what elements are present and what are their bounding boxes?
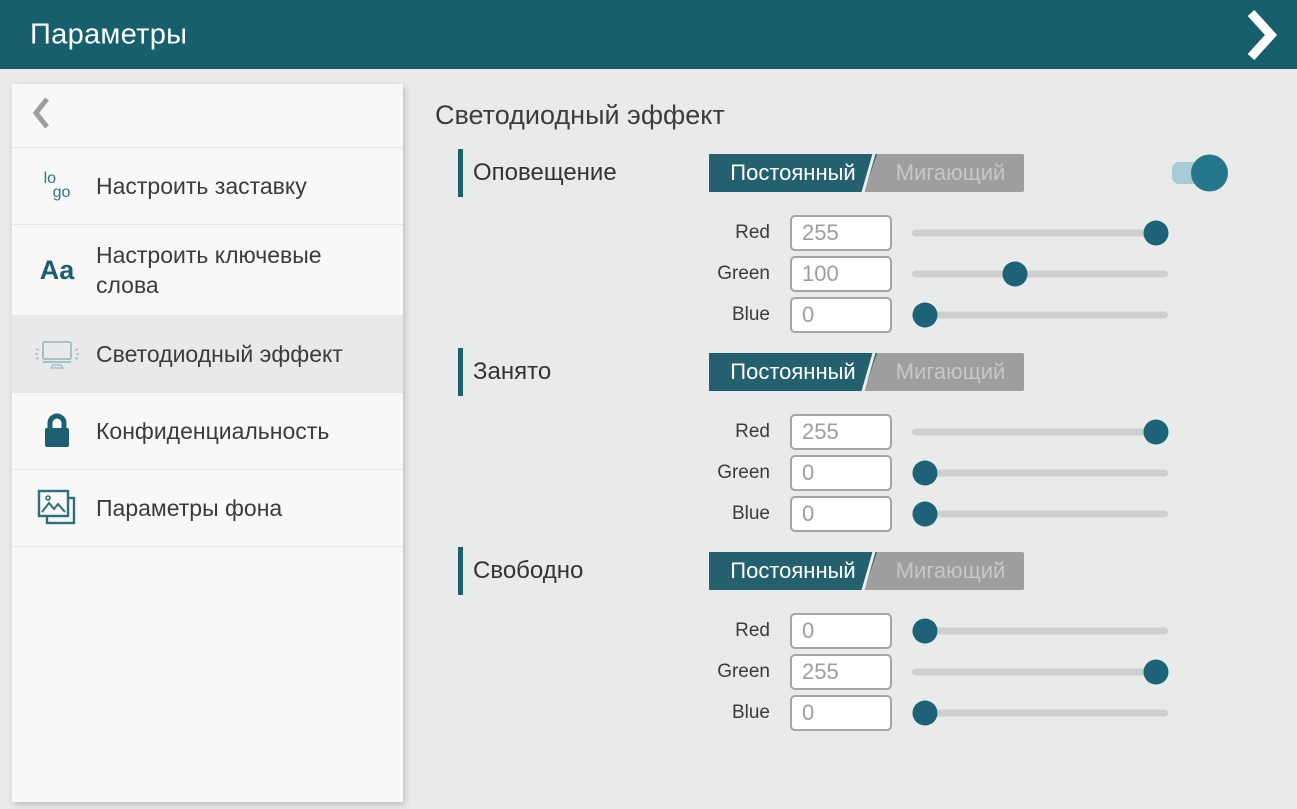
red-label: Red xyxy=(710,620,790,642)
sidebar-back-button[interactable] xyxy=(12,84,403,148)
slider-track xyxy=(912,429,1168,436)
slider-track xyxy=(912,511,1168,518)
background-images-icon xyxy=(34,485,80,531)
mode-constant-button[interactable]: Постоянный xyxy=(709,353,877,391)
slider-track xyxy=(912,470,1168,477)
blue-value-input[interactable] xyxy=(790,297,892,333)
blue-label: Blue xyxy=(710,702,790,724)
red-row: Red xyxy=(710,215,1297,251)
green-value-input[interactable] xyxy=(790,455,892,491)
mode-constant-button[interactable]: Постоянный xyxy=(709,154,877,192)
blue-value-input[interactable] xyxy=(790,695,892,731)
sidebar-item-screensaver[interactable]: lo go Настроить заставку xyxy=(12,148,403,225)
slider-track xyxy=(912,669,1168,676)
toggle-knob xyxy=(1191,155,1228,192)
green-value-input[interactable] xyxy=(790,654,892,690)
led-screen-icon xyxy=(34,331,80,377)
slider-track xyxy=(912,271,1168,278)
slider-thumb[interactable] xyxy=(912,619,937,644)
sidebar-item-label: Светодиодный эффект xyxy=(96,339,343,369)
page-title: Светодиодный эффект xyxy=(435,100,1297,134)
green-label: Green xyxy=(710,462,790,484)
slider-track xyxy=(912,230,1168,237)
led-effect-panel: Светодиодный эффект Оповещение Мигающий … xyxy=(435,84,1297,736)
slider-thumb[interactable] xyxy=(1003,262,1028,287)
slider-track xyxy=(912,710,1168,717)
sidebar-item-label: Настроить ключевые слова xyxy=(96,240,389,300)
slider-thumb[interactable] xyxy=(912,701,937,726)
lock-icon xyxy=(34,408,80,454)
blue-slider[interactable] xyxy=(912,297,1168,333)
red-label: Red xyxy=(710,222,790,244)
slider-thumb[interactable] xyxy=(912,461,937,486)
sidebar-item-keywords[interactable]: Aa Настроить ключевые слова xyxy=(12,225,403,316)
green-slider[interactable] xyxy=(912,256,1168,292)
slider-track xyxy=(912,628,1168,635)
section-accent-bar xyxy=(458,149,463,197)
red-row: Red xyxy=(710,613,1297,649)
sidebar-item-background[interactable]: Параметры фона xyxy=(12,470,403,547)
logo-icon: lo go xyxy=(34,163,80,209)
blue-value-input[interactable] xyxy=(790,496,892,532)
section-free: Свободно Мигающий Постоянный Red Green xyxy=(435,547,1297,731)
slider-thumb[interactable] xyxy=(1143,221,1168,246)
green-row: Green xyxy=(710,654,1297,690)
red-slider[interactable] xyxy=(912,215,1168,251)
sidebar-item-label: Настроить заставку xyxy=(96,171,307,201)
mode-segmented-control: Мигающий Постоянный xyxy=(709,552,1024,590)
green-value-input[interactable] xyxy=(790,256,892,292)
sidebar-item-privacy[interactable]: Конфиденциальность xyxy=(12,393,403,470)
notification-toggle-switch[interactable] xyxy=(1172,162,1223,184)
top-app-bar: Параметры xyxy=(0,0,1297,69)
red-slider[interactable] xyxy=(912,414,1168,450)
slider-track xyxy=(912,312,1168,319)
red-slider[interactable] xyxy=(912,613,1168,649)
blue-label: Blue xyxy=(710,304,790,326)
app-title: Параметры xyxy=(30,18,187,51)
green-row: Green xyxy=(710,256,1297,292)
blue-slider[interactable] xyxy=(912,695,1168,731)
blue-row: Blue xyxy=(710,695,1297,731)
mode-segmented-control: Мигающий Постоянный xyxy=(709,353,1024,391)
green-label: Green xyxy=(710,263,790,285)
section-notification: Оповещение Мигающий Постоянный Red Green xyxy=(435,149,1297,333)
sidebar-item-led-effect[interactable]: Светодиодный эффект xyxy=(12,316,403,393)
back-chevron-icon xyxy=(32,96,50,135)
mode-blinking-button[interactable]: Мигающий xyxy=(877,154,1024,192)
green-slider[interactable] xyxy=(912,654,1168,690)
green-slider[interactable] xyxy=(912,455,1168,491)
slider-thumb[interactable] xyxy=(912,303,937,328)
mode-segmented-control: Мигающий Постоянный xyxy=(709,154,1024,192)
keywords-icon: Aa xyxy=(34,247,80,293)
section-busy: Занято Мигающий Постоянный Red Green xyxy=(435,348,1297,532)
section-accent-bar xyxy=(458,348,463,396)
green-row: Green xyxy=(710,455,1297,491)
red-value-input[interactable] xyxy=(790,414,892,450)
red-value-input[interactable] xyxy=(790,613,892,649)
sidebar-item-label: Конфиденциальность xyxy=(96,416,329,446)
mode-constant-button[interactable]: Постоянный xyxy=(709,552,877,590)
slider-thumb[interactable] xyxy=(1143,420,1168,445)
blue-slider[interactable] xyxy=(912,496,1168,532)
sidebar-item-label: Параметры фона xyxy=(96,493,282,523)
red-label: Red xyxy=(710,421,790,443)
section-title: Свободно xyxy=(473,557,583,585)
slider-thumb[interactable] xyxy=(912,502,937,527)
green-label: Green xyxy=(710,661,790,683)
red-row: Red xyxy=(710,414,1297,450)
section-accent-bar xyxy=(458,547,463,595)
section-title: Оповещение xyxy=(473,159,617,187)
mode-blinking-button[interactable]: Мигающий xyxy=(877,353,1024,391)
settings-sidebar: lo go Настроить заставку Aa Настроить кл… xyxy=(12,84,403,802)
blue-row: Blue xyxy=(710,297,1297,333)
mode-blinking-button[interactable]: Мигающий xyxy=(877,552,1024,590)
section-title: Занято xyxy=(473,358,551,386)
red-value-input[interactable] xyxy=(790,215,892,251)
slider-thumb[interactable] xyxy=(1143,660,1168,685)
forward-chevron-icon[interactable] xyxy=(1247,10,1277,60)
blue-label: Blue xyxy=(710,503,790,525)
blue-row: Blue xyxy=(710,496,1297,532)
